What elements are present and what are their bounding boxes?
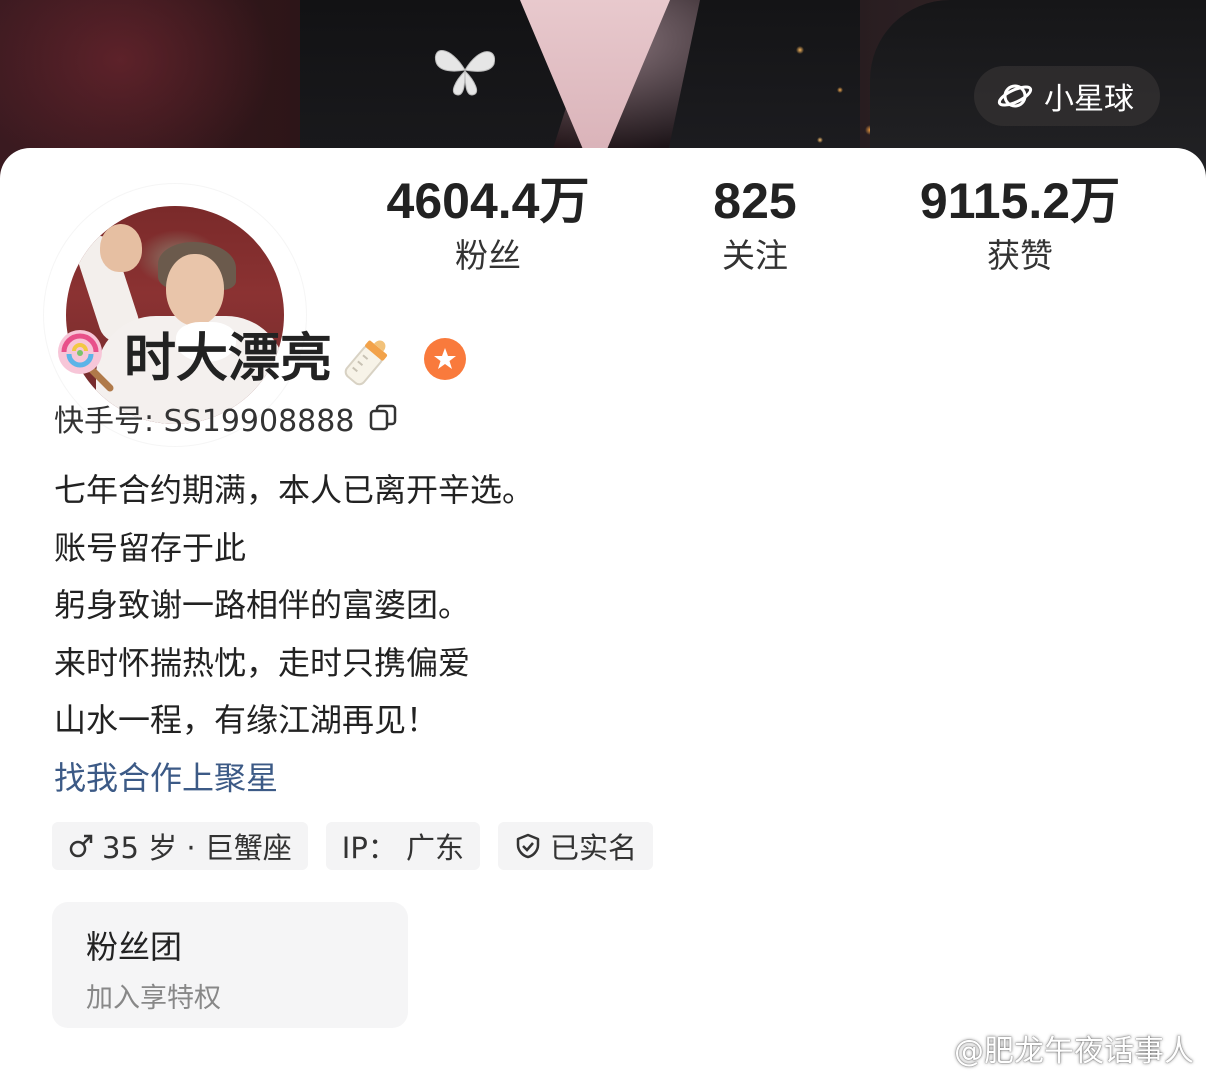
likes-label: 获赞 [987, 236, 1053, 275]
business-cooperation-link[interactable]: 找我合作上聚星 [54, 750, 534, 808]
followers-stat[interactable]: 4604.4万 粉丝 [358, 170, 618, 280]
likes-count: 9115.2万 [919, 173, 1121, 229]
lollipop-icon [58, 330, 114, 392]
profile-card: 4604.4万 粉丝 825 关注 9115.2万 获赞 时大漂亮 快手号: S… [0, 148, 1206, 1080]
male-icon [69, 834, 93, 858]
age-zodiac-tag[interactable]: 35 岁 · 巨蟹座 [52, 822, 308, 870]
watermark: @肥龙午夜话事人 [908, 1026, 1194, 1070]
shield-check-icon [516, 833, 540, 859]
little-planet-label: 小星球 [1044, 82, 1134, 117]
fan-club-card[interactable]: 粉丝团 加入享特权 [52, 902, 408, 1028]
kuaishou-id: 快手号: SS19908888 [54, 404, 355, 439]
copy-id-button[interactable] [368, 403, 398, 433]
fan-club-subtitle: 加入享特权 [86, 983, 221, 1014]
weibo-icon [908, 1034, 947, 1064]
age-zodiac-text: 35 岁 · 巨蟹座 [102, 831, 292, 865]
watermark-text: @肥龙午夜话事人 [954, 1034, 1194, 1069]
ip-location-text: IP： 广东 [341, 831, 465, 865]
following-stat[interactable]: 825 关注 [625, 170, 885, 280]
name-row: 时大漂亮 [54, 324, 467, 394]
followers-label: 粉丝 [455, 236, 521, 275]
kuaishou-id-row: 快手号: SS19908888 [54, 396, 398, 440]
star-badge-icon[interactable] [424, 338, 467, 380]
bio-line: 躬身致谢一路相伴的富婆团。 [54, 586, 471, 624]
bio-line: 账号留存于此 [54, 528, 247, 567]
profile-page: 小星球 4604.4万 粉丝 825 关注 9115.2万 获赞 时大漂亮 快手… [0, 0, 1206, 1080]
likes-stat[interactable]: 9115.2万 获赞 [890, 170, 1150, 280]
planet-icon [997, 84, 1033, 108]
real-name-verified-tag[interactable]: 已实名 [498, 822, 654, 870]
bio-line: 山水一程，有缘江湖再见！ [54, 701, 439, 739]
bio: 七年合约期满，本人已离开辛选。 账号留存于此 躬身致谢一路相伴的富婆团。 来时怀… [54, 462, 534, 807]
followers-count: 4604.4万 [386, 173, 590, 229]
following-label: 关注 [722, 236, 788, 275]
baby-bottle-icon [344, 340, 388, 386]
ip-location-tag[interactable]: IP： 广东 [325, 822, 481, 870]
bio-line: 来时怀揣热忱，走时只携偏爱 [54, 643, 471, 682]
profile-tags: 35 岁 · 巨蟹座 IP： 广东 已实名 [52, 822, 654, 870]
butterfly-brooch-icon [434, 50, 496, 96]
following-count: 825 [713, 173, 797, 229]
little-planet-button[interactable]: 小星球 [974, 66, 1160, 126]
copy-icon [370, 404, 397, 431]
fan-club-title: 粉丝团 [86, 928, 183, 966]
profile-name: 时大漂亮 [124, 329, 333, 389]
bio-line: 七年合约期满，本人已离开辛选。 [54, 471, 535, 509]
real-name-verified-text: 已实名 [550, 831, 638, 865]
